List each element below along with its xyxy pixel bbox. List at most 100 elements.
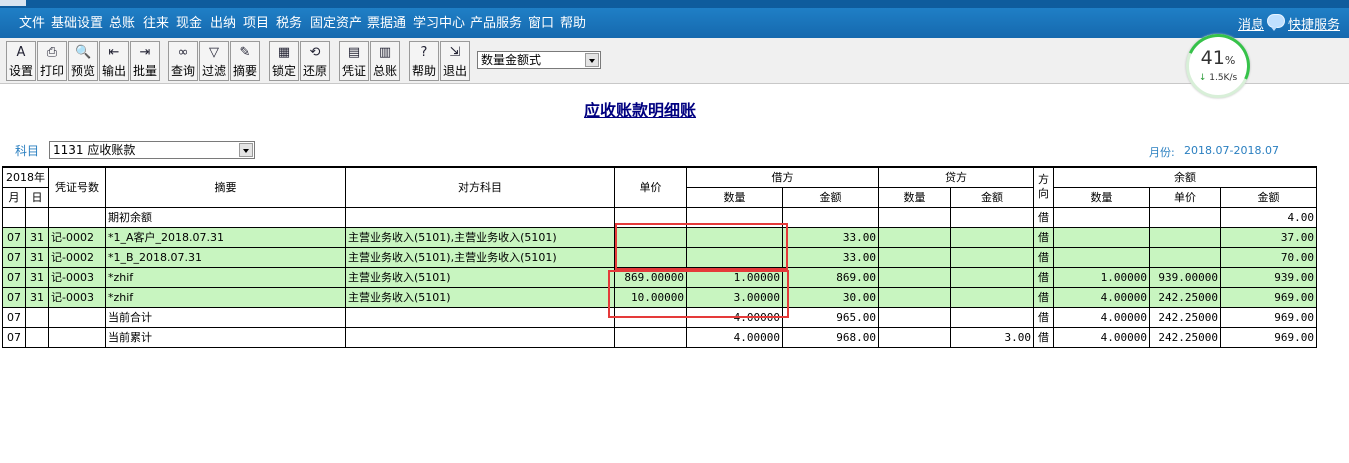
row-balance-price[interactable]: 242.25000 bbox=[1149, 286, 1221, 308]
row-debit-amount[interactable]: 965.00 bbox=[782, 306, 879, 328]
row-balance-price[interactable] bbox=[1149, 206, 1221, 228]
row-voucher[interactable]: 记-0002 bbox=[48, 226, 106, 248]
row-direction[interactable]: 借 bbox=[1033, 326, 1054, 348]
menu-fixed-assets[interactable]: 固定资产 bbox=[310, 16, 362, 32]
row-balance-qty[interactable]: 4.00000 bbox=[1053, 326, 1150, 348]
row-credit-amount[interactable] bbox=[950, 246, 1034, 268]
row-voucher[interactable] bbox=[48, 306, 106, 328]
menu-cash[interactable]: 现金 bbox=[176, 16, 202, 32]
row-summary[interactable]: *1_B_2018.07.31 bbox=[105, 246, 346, 268]
row-day[interactable] bbox=[25, 306, 49, 328]
row-voucher[interactable]: 记-0003 bbox=[48, 266, 106, 288]
menu-cashier[interactable]: 出纳 bbox=[210, 16, 236, 32]
export-button[interactable]: ⇤ 输出 bbox=[99, 41, 129, 81]
row-balance-price[interactable]: 242.25000 bbox=[1149, 326, 1221, 348]
print-button[interactable]: ⎙ 打印 bbox=[37, 41, 67, 81]
row-month[interactable]: 07 bbox=[2, 306, 26, 328]
row-month[interactable] bbox=[2, 206, 26, 228]
row-balance-amount[interactable]: 70.00 bbox=[1220, 246, 1317, 268]
quick-service-link[interactable]: 快捷服务 bbox=[1288, 14, 1340, 33]
menu-receivables[interactable]: 往来 bbox=[143, 16, 169, 32]
row-unit-price[interactable] bbox=[614, 326, 687, 348]
row-debit-amount[interactable]: 869.00 bbox=[782, 266, 879, 288]
query-button[interactable]: ∞ 查询 bbox=[168, 41, 198, 81]
menu-window[interactable]: 窗口 bbox=[528, 16, 554, 32]
menu-file[interactable]: 文件 bbox=[19, 16, 45, 32]
row-credit-qty[interactable] bbox=[878, 326, 951, 348]
row-credit-amount[interactable] bbox=[950, 226, 1034, 248]
row-counter-account[interactable]: 主营业务收入(5101),主营业务收入(5101) bbox=[345, 226, 615, 248]
row-debit-amount[interactable]: 30.00 bbox=[782, 286, 879, 308]
row-balance-price[interactable]: 939.00000 bbox=[1149, 266, 1221, 288]
row-debit-amount[interactable]: 33.00 bbox=[782, 246, 879, 268]
row-counter-account[interactable] bbox=[345, 326, 615, 348]
row-credit-amount[interactable] bbox=[950, 206, 1034, 228]
row-month[interactable]: 07 bbox=[2, 246, 26, 268]
row-counter-account[interactable]: 主营业务收入(5101) bbox=[345, 266, 615, 288]
filter-button[interactable]: ▽ 过滤 bbox=[199, 41, 229, 81]
messages-link[interactable]: 消息 bbox=[1238, 14, 1264, 33]
row-balance-amount[interactable]: 969.00 bbox=[1220, 326, 1317, 348]
row-direction[interactable]: 借 bbox=[1033, 286, 1054, 308]
menu-basic-settings[interactable]: 基础设置 bbox=[51, 16, 103, 32]
row-voucher[interactable] bbox=[48, 206, 106, 228]
row-balance-price[interactable] bbox=[1149, 246, 1221, 268]
row-balance-amount[interactable]: 4.00 bbox=[1220, 206, 1317, 228]
row-credit-qty[interactable] bbox=[878, 206, 951, 228]
row-direction[interactable]: 借 bbox=[1033, 226, 1054, 248]
row-credit-qty[interactable] bbox=[878, 266, 951, 288]
row-counter-account[interactable] bbox=[345, 206, 615, 228]
summary-button[interactable]: ✎ 摘要 bbox=[230, 41, 260, 81]
row-day[interactable] bbox=[25, 206, 49, 228]
row-debit-qty[interactable]: 4.00000 bbox=[686, 326, 783, 348]
help-button[interactable]: ? 帮助 bbox=[409, 41, 439, 81]
row-credit-amount[interactable] bbox=[950, 306, 1034, 328]
row-day[interactable] bbox=[25, 326, 49, 348]
general-ledger-button[interactable]: ▥ 总账 bbox=[370, 41, 400, 81]
chat-bubble-icon[interactable] bbox=[1267, 14, 1285, 31]
menu-learning-center[interactable]: 学习中心 bbox=[413, 16, 465, 32]
row-credit-qty[interactable] bbox=[878, 306, 951, 328]
row-direction[interactable]: 借 bbox=[1033, 306, 1054, 328]
row-balance-qty[interactable] bbox=[1053, 246, 1150, 268]
row-summary[interactable]: 期初余额 bbox=[105, 206, 346, 228]
row-voucher[interactable] bbox=[48, 326, 106, 348]
restore-button[interactable]: ⟲ 还原 bbox=[300, 41, 330, 81]
menu-product-services[interactable]: 产品服务 bbox=[470, 16, 522, 32]
menu-project[interactable]: 项目 bbox=[243, 16, 269, 32]
voucher-button[interactable]: ▤ 凭证 bbox=[339, 41, 369, 81]
row-summary[interactable]: 当前合计 bbox=[105, 306, 346, 328]
row-summary[interactable]: *1_A客户_2018.07.31 bbox=[105, 226, 346, 248]
row-voucher[interactable]: 记-0002 bbox=[48, 246, 106, 268]
row-summary[interactable]: *zhif bbox=[105, 286, 346, 308]
row-balance-qty[interactable]: 4.00000 bbox=[1053, 306, 1150, 328]
table-row[interactable]: 07 当前累计 4.00000 968.00 3.00 借 4.00000 242.25000… bbox=[2, 326, 1317, 348]
menu-general-ledger[interactable]: 总账 bbox=[109, 16, 135, 32]
row-counter-account[interactable] bbox=[345, 306, 615, 328]
row-counter-account[interactable]: 主营业务收入(5101),主营业务收入(5101) bbox=[345, 246, 615, 268]
menu-help[interactable]: 帮助 bbox=[560, 16, 586, 32]
subject-dropdown[interactable]: 1131 应收账款 bbox=[49, 141, 255, 159]
network-speed-widget[interactable]: 41% ↓ 1.5K/s bbox=[1176, 24, 1260, 108]
row-day[interactable]: 31 bbox=[25, 266, 49, 288]
chevron-down-icon[interactable] bbox=[239, 143, 253, 157]
row-direction[interactable]: 借 bbox=[1033, 246, 1054, 268]
row-balance-amount[interactable]: 37.00 bbox=[1220, 226, 1317, 248]
menu-tax[interactable]: 税务 bbox=[276, 16, 302, 32]
row-month[interactable]: 07 bbox=[2, 226, 26, 248]
row-day[interactable]: 31 bbox=[25, 226, 49, 248]
row-balance-amount[interactable]: 969.00 bbox=[1220, 286, 1317, 308]
format-dropdown[interactable]: 数量金额式 bbox=[477, 51, 601, 69]
batch-button[interactable]: ⇥ 批量 bbox=[130, 41, 160, 81]
row-debit-amount[interactable]: 968.00 bbox=[782, 326, 879, 348]
row-direction[interactable]: 借 bbox=[1033, 206, 1054, 228]
row-summary[interactable]: 当前累计 bbox=[105, 326, 346, 348]
row-balance-amount[interactable]: 969.00 bbox=[1220, 306, 1317, 328]
row-credit-amount[interactable]: 3.00 bbox=[950, 326, 1034, 348]
menu-invoice[interactable]: 票据通 bbox=[367, 16, 406, 32]
row-summary[interactable]: *zhif bbox=[105, 266, 346, 288]
row-direction[interactable]: 借 bbox=[1033, 266, 1054, 288]
row-month[interactable]: 07 bbox=[2, 286, 26, 308]
row-balance-qty[interactable] bbox=[1053, 206, 1150, 228]
row-balance-price[interactable] bbox=[1149, 226, 1221, 248]
